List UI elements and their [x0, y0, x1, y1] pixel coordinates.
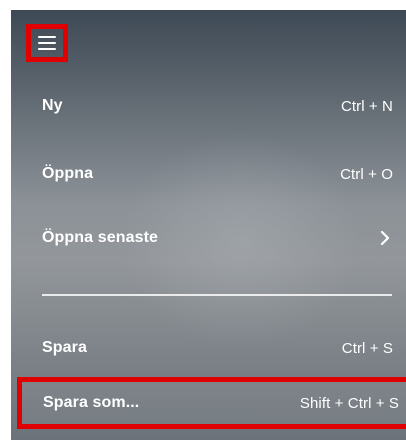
menu-item-shortcut: Ctrl + O [340, 165, 393, 183]
menu-item-label: Öppna [42, 165, 94, 182]
menu-item-label: Spara som... [43, 394, 140, 411]
menu-divider [42, 294, 392, 296]
chevron-right-icon [380, 230, 390, 246]
file-menu-panel: Ny Ctrl + N Öppna Ctrl + O Öppna senaste… [11, 10, 406, 440]
hamburger-line [38, 48, 56, 50]
menu-item-label: Öppna senaste [42, 229, 159, 246]
menu-item-open-recent[interactable]: Öppna senaste [29, 220, 406, 256]
screen: Ny Ctrl + N Öppna Ctrl + O Öppna senaste… [0, 0, 406, 440]
hamburger-line [38, 42, 56, 44]
menu-item-label: Ny [42, 97, 63, 114]
menu-item-shortcut: Ctrl + N [340, 97, 393, 115]
menu-item-open[interactable]: Öppna Ctrl + O [29, 156, 406, 192]
hamburger-icon [38, 36, 56, 50]
menu-item-save[interactable]: Spara Ctrl + S [29, 330, 406, 366]
menu-item-shortcut: Shift + Ctrl + S [299, 394, 399, 412]
hamburger-line [38, 36, 56, 38]
menu-item-label: Spara [42, 339, 87, 356]
menu-item-new[interactable]: Ny Ctrl + N [29, 88, 406, 124]
menu-item-shortcut: Ctrl + S [341, 339, 393, 357]
menu-item-save-as[interactable]: Spara som... Shift + Ctrl + S [17, 377, 406, 429]
menu-toggle-button[interactable] [26, 24, 68, 62]
